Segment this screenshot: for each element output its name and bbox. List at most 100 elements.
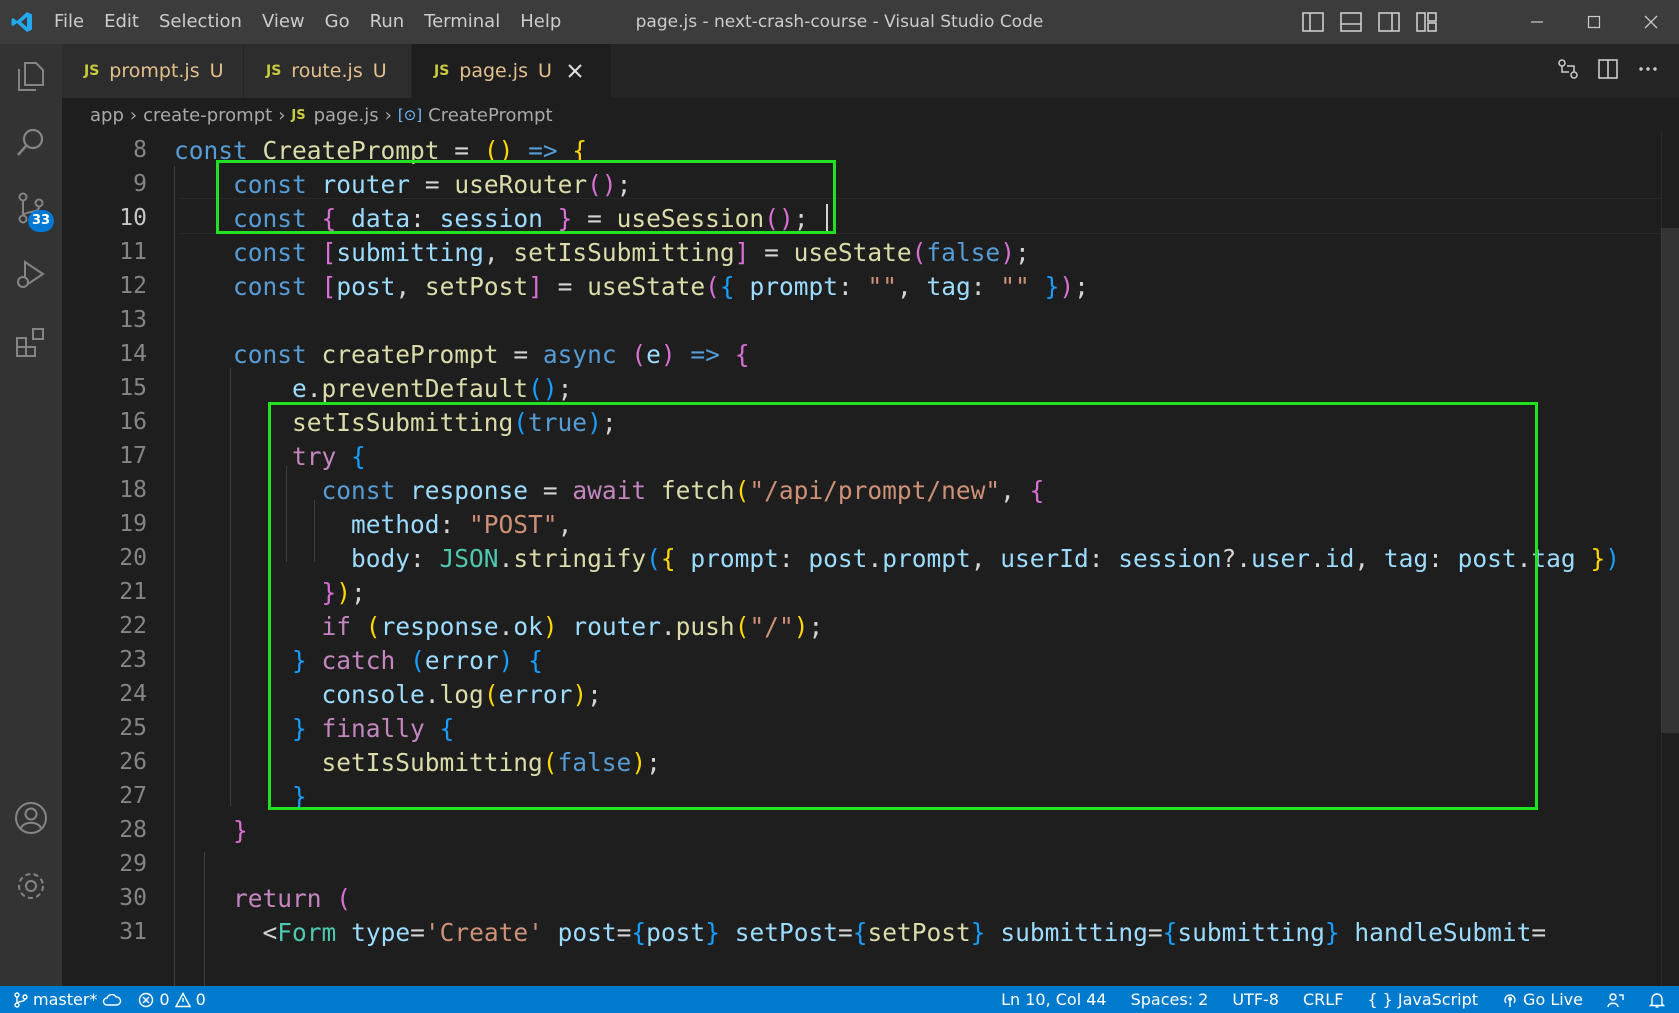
highlight-box-try-block: [268, 402, 1538, 810]
breadcrumb-item-symbol[interactable]: CreatePrompt: [428, 105, 552, 126]
menu-help[interactable]: Help: [510, 0, 571, 44]
line-number: 27: [119, 783, 147, 809]
branch-name: master*: [33, 990, 98, 1009]
menu-view[interactable]: View: [252, 0, 315, 44]
line-number: 20: [119, 545, 147, 571]
branch-indicator[interactable]: master*: [14, 990, 122, 1009]
git-branch-icon: [14, 991, 28, 1008]
more-actions-icon[interactable]: [1637, 58, 1659, 84]
extensions-icon[interactable]: [0, 312, 62, 372]
account-icon[interactable]: [0, 788, 62, 848]
warning-icon: [174, 991, 191, 1007]
code-line: 31 <Form type='Create' post={post} setPo…: [62, 914, 1662, 950]
line-ending[interactable]: CRLF: [1303, 990, 1343, 1009]
line-number: 8: [133, 137, 147, 163]
line-number: 26: [119, 749, 147, 775]
problems-indicator[interactable]: 0 0: [138, 990, 206, 1009]
line-number: 10: [119, 205, 147, 231]
indentation[interactable]: Spaces: 2: [1131, 990, 1209, 1009]
code-line: 13: [62, 302, 1662, 338]
line-number: 23: [119, 647, 147, 673]
braces-icon: { }: [1367, 990, 1393, 1009]
menu-go[interactable]: Go: [315, 0, 360, 44]
close-tab-icon[interactable]: [566, 62, 584, 80]
menu-selection[interactable]: Selection: [149, 0, 252, 44]
tab-page-js[interactable]: JS page.js U: [412, 44, 612, 98]
line-number: 14: [119, 341, 147, 367]
js-file-icon: JS: [266, 63, 282, 79]
menu-run[interactable]: Run: [360, 0, 415, 44]
tab-prompt-js[interactable]: JS prompt.js U: [62, 44, 244, 98]
scrollbar-thumb[interactable]: [1661, 228, 1679, 733]
title-bar: File Edit Selection View Go Run Terminal…: [0, 0, 1679, 44]
language-label: JavaScript: [1397, 990, 1479, 1009]
line-code: const [submitting, setIsSubmitting] = us…: [233, 237, 1030, 267]
breadcrumb: app › create-prompt › JS page.js › [⊙] C…: [62, 98, 1679, 132]
explorer-icon[interactable]: [0, 46, 62, 106]
warning-count: 0: [195, 990, 206, 1009]
search-icon[interactable]: [0, 112, 62, 172]
tab-untracked-status: U: [209, 60, 224, 82]
file-encoding[interactable]: UTF-8: [1232, 990, 1279, 1009]
menu-terminal[interactable]: Terminal: [414, 0, 510, 44]
customize-layout-icon[interactable]: [1415, 11, 1439, 33]
line-number: 18: [119, 477, 147, 503]
line-number: 24: [119, 681, 147, 707]
broadcast-icon: [1504, 993, 1516, 1007]
go-live-button[interactable]: Go Live: [1502, 990, 1583, 1009]
cursor-position[interactable]: Ln 10, Col 44: [1001, 990, 1107, 1009]
line-number: 17: [119, 443, 147, 469]
code-line: 28 }: [62, 812, 1662, 848]
line-number: 25: [119, 715, 147, 741]
layout-controls: [1301, 0, 1439, 44]
close-window-icon[interactable]: [1622, 0, 1679, 44]
maximize-icon[interactable]: [1565, 0, 1622, 44]
line-number: 12: [119, 273, 147, 299]
tab-untracked-status: U: [372, 60, 387, 82]
tab-label: route.js: [291, 60, 363, 82]
line-code: <Form type='Create' post={post} setPost=…: [262, 917, 1547, 947]
menu-file[interactable]: File: [44, 0, 94, 44]
feedback-icon[interactable]: [1607, 992, 1625, 1008]
error-icon: [139, 992, 154, 1007]
open-changes-icon[interactable]: [1557, 58, 1579, 84]
source-control-icon[interactable]: 33: [0, 178, 62, 238]
js-file-icon: JS: [291, 107, 306, 123]
line-code: }: [233, 815, 248, 845]
window-controls: [1508, 0, 1679, 44]
breadcrumb-item-file[interactable]: page.js: [314, 105, 379, 126]
notifications-bell-icon[interactable]: [1649, 992, 1665, 1008]
run-debug-icon[interactable]: [0, 244, 62, 304]
activity-bar: 33: [0, 44, 62, 986]
menu-edit[interactable]: Edit: [94, 0, 149, 44]
code-line: 30 return (: [62, 880, 1662, 916]
toggle-panel-icon[interactable]: [1339, 11, 1363, 33]
code-editor[interactable]: 8 const CreatePrompt = () => { 9 const ro…: [62, 132, 1679, 986]
vertical-scrollbar[interactable]: [1661, 132, 1679, 986]
chevron-right-icon: ›: [278, 104, 286, 126]
language-mode[interactable]: { } JavaScript: [1367, 990, 1478, 1009]
toggle-secondary-sidebar-icon[interactable]: [1377, 11, 1401, 33]
breadcrumb-item-create-prompt[interactable]: create-prompt: [143, 105, 272, 126]
settings-gear-icon[interactable]: [0, 856, 62, 916]
line-number: 15: [119, 375, 147, 401]
code-line: 12 const [post, setPost] = useState({ pr…: [62, 268, 1662, 304]
line-number: 21: [119, 579, 147, 605]
minimize-icon[interactable]: [1508, 0, 1565, 44]
tab-label: page.js: [459, 60, 528, 82]
tab-route-js[interactable]: JS route.js U: [244, 44, 412, 98]
chevron-right-icon: ›: [129, 104, 138, 126]
symbol-variable-icon: [⊙]: [397, 106, 423, 124]
code-line: 14 const createPrompt = async (e) => {: [62, 336, 1662, 372]
breadcrumb-item-app[interactable]: app: [90, 105, 124, 126]
tab-label: prompt.js: [109, 60, 200, 82]
line-code: const [post, setPost] = useState({ promp…: [233, 271, 1089, 301]
chevron-right-icon: ›: [384, 104, 392, 126]
line-number: 13: [119, 307, 147, 333]
vscode-logo-icon: [0, 0, 44, 44]
source-control-badge: 33: [28, 210, 55, 232]
tab-bar: JS prompt.js U JS route.js U JS page.js …: [62, 44, 1679, 98]
line-code: const createPrompt = async (e) => {: [233, 339, 750, 369]
toggle-primary-sidebar-icon[interactable]: [1301, 11, 1325, 33]
split-editor-icon[interactable]: [1597, 58, 1619, 84]
